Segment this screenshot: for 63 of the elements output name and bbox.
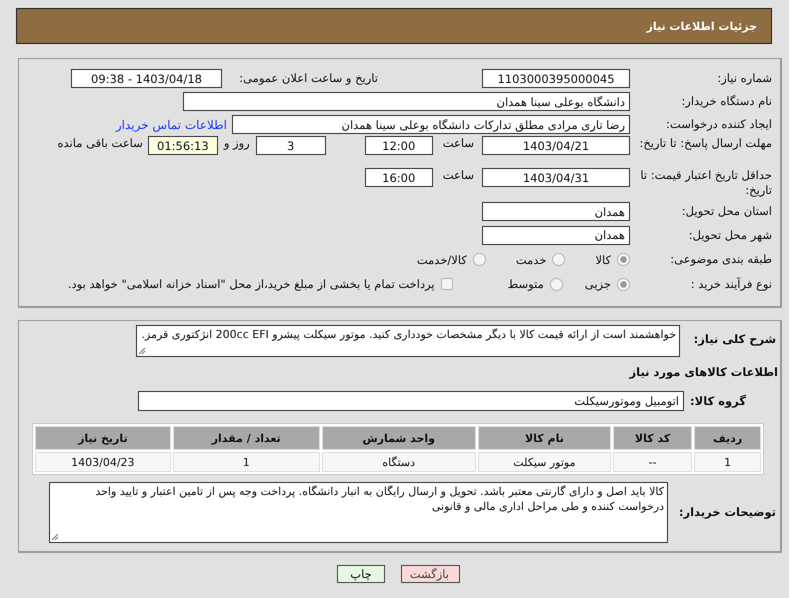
radio-button[interactable]: [552, 253, 566, 266]
radio-label: کالا/خدمت: [416, 252, 467, 266]
remaining-time-field: 01:56:13: [148, 136, 218, 155]
days-field: 3: [256, 136, 326, 155]
radio-label: متوسط: [508, 277, 544, 291]
field-label: استان محل تحویل:: [680, 204, 773, 219]
print-button[interactable]: چاپ: [337, 565, 385, 583]
time-label: ساعت: [442, 168, 474, 182]
table-cell: 1: [694, 452, 761, 472]
radio-label: خدمت: [516, 252, 546, 266]
radio-button[interactable]: [472, 253, 486, 266]
field-label: حداقل تاریخ اعتبار قیمت: تا تاریخ:: [639, 168, 773, 198]
time-label: ساعت: [442, 136, 474, 150]
field-label: شهر محل تحویل:: [688, 228, 773, 242]
field-label: مهلت ارسال پاسخ: تا تاریخ:: [638, 136, 773, 151]
resize-grip-icon: [51, 532, 59, 540]
province-field: همدان: [482, 202, 630, 221]
back-button[interactable]: بازگشت: [401, 565, 460, 583]
field-label: طبقه بندی موضوعی:: [669, 252, 773, 267]
table-cell: موتور سیکلت: [478, 452, 612, 472]
buyer-notes-field: کالا باید اصل و دارای گارنتی معتبر باشد. تحویل و ارسال رایگان به انبار دانشگاه. پرداخت وجه پس از تامین اعتبار و تایید واحد درخواست کننده و طی مراحل اداری مالی و قانونی: [49, 482, 668, 542]
column-header: ردیف: [694, 426, 761, 450]
page-title: جزئیات اطلاعات نیاز: [646, 20, 757, 32]
table-cell: --: [613, 452, 692, 472]
field-label: گروه کالا:: [689, 394, 747, 408]
need-number-field: 1103000395000045: [482, 69, 630, 88]
description-field: خواهشمند است از ارائه قیمت کالا با دیگر مشخصات خودداری کنید. موتور سیکلت پیشرو 200cc EFI انژکتوری قرمز.: [136, 325, 680, 357]
radio-button[interactable]: [550, 278, 563, 290]
table-cell: دستگاه: [322, 452, 476, 472]
validity-date-field: 1403/04/31: [482, 168, 630, 187]
buyer-contact-link[interactable]: اطلاعات تماس خریدار: [116, 118, 227, 132]
field-label: ایجاد کننده درخواست:: [665, 117, 773, 132]
resize-grip-icon: [138, 347, 146, 355]
checkbox[interactable]: [440, 278, 453, 290]
table-cell: 1: [172, 452, 320, 472]
radio-label: کالا: [595, 252, 611, 266]
column-header: واحد شمارش: [322, 426, 476, 450]
announce-date-field: 1403/04/18 - 09:38: [71, 69, 222, 88]
column-header: تعداد / مقدار: [172, 426, 320, 450]
radio-button[interactable]: [617, 253, 630, 266]
requester-field: رضا تاری مرادی مطلق تدارکات دانشگاه بوعلی سینا همدان: [232, 115, 630, 134]
field-label: تاریخ و ساعت اعلان عمومی:: [238, 71, 379, 86]
goods-group-field: اتومبیل وموتورسیکلت: [138, 391, 684, 411]
remaining-label: ساعت باقی مانده: [58, 136, 143, 150]
reply-time-field: 12:00: [364, 136, 433, 155]
days-label: روز و: [224, 136, 250, 150]
field-label: نام دستگاه خریدار:: [680, 94, 773, 109]
checkbox-label: پرداخت تمام یا بخشی از مبلغ خرید،از محل "اسناد خزانه اسلامی" خواهد بود.: [68, 277, 435, 291]
radio-label: جزیی: [584, 277, 611, 291]
buyer-org-field: دانشگاه بوعلی سینا همدان: [183, 92, 630, 111]
reply-date-field: 1403/04/21: [482, 136, 630, 155]
column-header: نام کالا: [478, 426, 612, 450]
field-label: شماره نیاز:: [716, 71, 773, 86]
table-cell: 1403/04/23: [35, 452, 171, 472]
validity-time-field: 16:00: [364, 168, 433, 187]
radio-button[interactable]: [617, 278, 630, 290]
field-label: شرح کلی نیاز:: [692, 331, 777, 347]
city-field: همدان: [482, 226, 630, 244]
column-header: تاریخ نیاز: [35, 426, 171, 450]
field-label: توضیحات خریدار:: [678, 504, 777, 520]
column-header: کد کالا: [613, 426, 692, 450]
field-label: نوع فرآیند خرید :: [690, 276, 773, 292]
section-heading: اطلاعات کالاهای مورد نیاز: [630, 365, 779, 379]
